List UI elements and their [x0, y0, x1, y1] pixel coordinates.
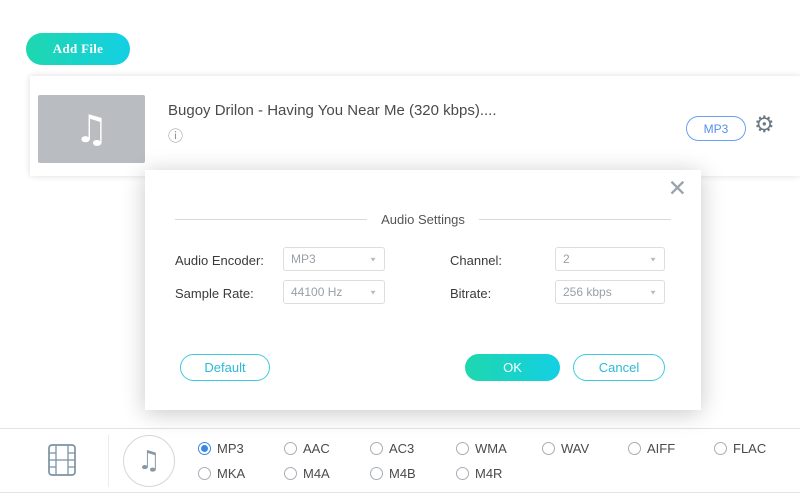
format-option-ac3[interactable]: AC3 — [370, 441, 456, 456]
radio-icon — [198, 442, 211, 455]
chevron-down-icon: ▼ — [649, 255, 657, 262]
format-option-wma[interactable]: WMA — [456, 441, 542, 456]
format-option-flac[interactable]: FLAC — [714, 441, 800, 456]
close-icon[interactable]: ✕ — [668, 178, 687, 201]
format-option-aiff[interactable]: AIFF — [628, 441, 714, 456]
audio-encoder-label: Audio Encoder: — [175, 247, 264, 273]
sample-rate-label: Sample Rate: — [175, 280, 254, 306]
divider — [175, 219, 367, 220]
audio-encoder-select[interactable]: MP3 ▼ — [283, 247, 385, 271]
format-options: MP3 AAC AC3 WMA WAV AIFF — [198, 436, 800, 486]
ok-button[interactable]: OK — [465, 354, 560, 381]
dialog-header: Audio Settings — [145, 212, 701, 227]
app-window: Add File ♫ Bugoy Drilon - Having You Nea… — [0, 0, 800, 503]
file-title: Bugoy Drilon - Having You Near Me (320 k… — [168, 102, 588, 119]
radio-icon — [370, 442, 383, 455]
bitrate-select[interactable]: 256 kbps ▼ — [555, 280, 665, 304]
radio-icon — [456, 467, 469, 480]
radio-icon — [628, 442, 641, 455]
gear-icon[interactable]: ⚙ — [754, 114, 775, 137]
add-file-button[interactable]: Add File — [26, 33, 130, 65]
divider — [479, 219, 671, 220]
dialog-title: Audio Settings — [381, 212, 465, 227]
format-option-wav[interactable]: WAV — [542, 441, 628, 456]
format-option-mp3[interactable]: MP3 — [198, 441, 284, 456]
music-note-icon: ♫ — [74, 107, 108, 151]
file-thumbnail: ♫ — [38, 95, 145, 163]
channel-label: Channel: — [450, 247, 502, 273]
file-row: ♫ Bugoy Drilon - Having You Near Me (320… — [30, 76, 800, 176]
cancel-button[interactable]: Cancel — [573, 354, 665, 381]
radio-icon — [284, 467, 297, 480]
channel-select[interactable]: 2 ▼ — [555, 247, 665, 271]
radio-icon — [284, 442, 297, 455]
audio-settings-dialog: ✕ Audio Settings Audio Encoder: MP3 ▼ Ch… — [145, 170, 701, 410]
audio-format-tab[interactable]: ♫ — [123, 435, 175, 487]
format-option-m4b[interactable]: M4B — [370, 466, 456, 481]
format-bar: ♫ MP3 AAC AC3 WMA WAV — [0, 428, 800, 493]
sample-rate-select[interactable]: 44100 Hz ▼ — [283, 280, 385, 304]
radio-icon — [370, 467, 383, 480]
format-option-mka[interactable]: MKA — [198, 466, 284, 481]
chevron-down-icon: ▼ — [369, 255, 377, 262]
format-option-m4r[interactable]: M4R — [456, 466, 542, 481]
info-icon[interactable]: ⓘ — [168, 129, 183, 144]
radio-icon — [542, 442, 555, 455]
format-badge-button[interactable]: MP3 — [686, 116, 746, 141]
divider — [108, 435, 109, 487]
bitrate-label: Bitrate: — [450, 280, 491, 306]
chevron-down-icon: ▼ — [649, 288, 657, 295]
radio-icon — [198, 467, 211, 480]
music-note-icon: ♫ — [137, 446, 160, 476]
radio-icon — [456, 442, 469, 455]
default-button[interactable]: Default — [180, 354, 270, 381]
radio-icon — [714, 442, 727, 455]
chevron-down-icon: ▼ — [369, 288, 377, 295]
format-option-aac[interactable]: AAC — [284, 441, 370, 456]
format-option-m4a[interactable]: M4A — [284, 466, 370, 481]
filmstrip-icon[interactable] — [46, 443, 78, 482]
